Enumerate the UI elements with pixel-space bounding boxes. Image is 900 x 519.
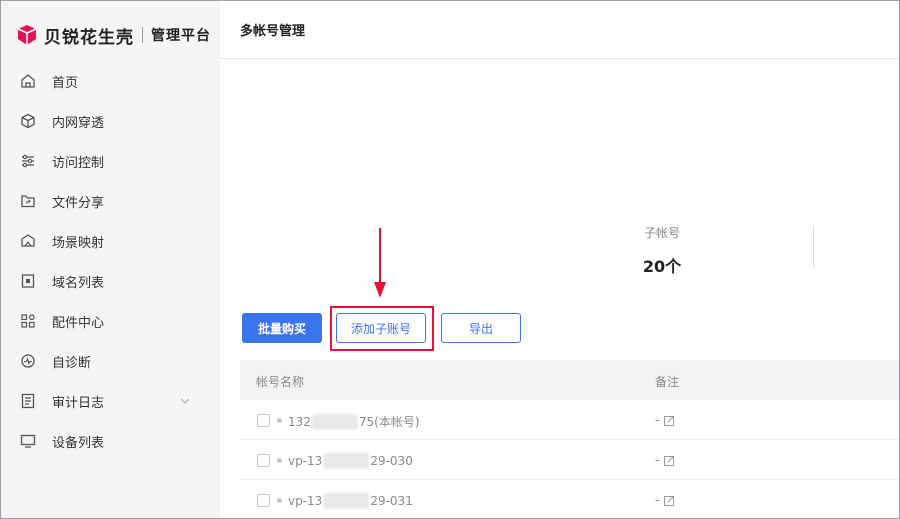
redacted-segment [323, 453, 370, 469]
sidebar-item-accessory-center[interactable]: 配件中心 [0, 301, 220, 341]
page-header: 多帐号管理 [220, 0, 900, 59]
brand-name: 贝锐花生壳 [44, 27, 134, 48]
sidebar-item-access-control[interactable]: 访问控制 [0, 141, 220, 181]
note-cell: - [655, 493, 675, 507]
sidebar-item-label: 文件分享 [52, 195, 105, 211]
main-content: 多帐号管理 子帐号 20个 批量购买 添加子账号 导出 帐号名称 备注 132 … [220, 0, 900, 519]
sub-account-stat-value: 20个 [642, 257, 682, 276]
brand-logo[interactable]: 贝锐花生壳 管理平台 [16, 22, 211, 48]
sidebar-item-audit-log[interactable]: 审计日志 [0, 381, 220, 421]
sidebar-item-label: 访问控制 [52, 155, 105, 171]
column-header-account-name: 帐号名称 [256, 375, 305, 389]
sidebar-nav: 首页 内网穿透 访问控制 文件分享 场景映射 域名列表 配件中心 自诊断 审计日… [0, 61, 220, 461]
status-dot [277, 418, 282, 423]
page-title: 多帐号管理 [240, 24, 306, 39]
bulk-buy-button[interactable]: 批量购买 [242, 313, 322, 343]
account-name-prefix: vp-13 [288, 494, 323, 508]
table-row: vp-13 29-031 - [240, 480, 900, 519]
sidebar-item-label: 内网穿透 [52, 115, 105, 131]
annotation-arrow [374, 228, 386, 298]
folder-share-icon [20, 193, 36, 209]
apps-grid-icon [20, 313, 36, 329]
note-cell: - [655, 413, 675, 427]
brand-divider [142, 27, 143, 43]
log-icon [20, 393, 36, 409]
add-sub-account-button[interactable]: 添加子账号 [336, 313, 426, 343]
edit-icon[interactable] [664, 455, 675, 466]
edit-icon[interactable] [664, 415, 675, 426]
brand-logo-icon [17, 25, 37, 45]
account-name: vp-13 29-031 [288, 493, 413, 509]
scene-icon [20, 233, 36, 249]
sidebar-item-file-share[interactable]: 文件分享 [0, 181, 220, 221]
note-text: - [655, 453, 660, 467]
row-checkbox[interactable] [257, 454, 270, 467]
sidebar-item-label: 配件中心 [52, 315, 105, 331]
account-name: vp-13 29-030 [288, 453, 413, 469]
export-button[interactable]: 导出 [441, 313, 521, 343]
domain-icon [20, 273, 36, 289]
sidebar-item-label: 首页 [52, 75, 79, 91]
sidebar-item-intranet-penetration[interactable]: 内网穿透 [0, 101, 220, 141]
sidebar-item-scene-mapping[interactable]: 场景映射 [0, 221, 220, 261]
table-row: vp-13 29-030 - [240, 440, 900, 480]
monitor-icon [20, 433, 36, 449]
note-text: - [655, 493, 660, 507]
table-row: 132 75(本帐号) - [240, 400, 900, 440]
accounts-table: 帐号名称 备注 132 75(本帐号) - vp-13 29-030 - vp-… [240, 360, 900, 519]
redacted-segment [311, 413, 358, 430]
account-name-suffix: 75(本帐号) [358, 415, 420, 429]
status-dot [277, 458, 282, 463]
cube-icon [20, 113, 36, 129]
sidebar-item-self-diagnosis[interactable]: 自诊断 [0, 341, 220, 381]
sub-account-stat: 子帐号 20个 [622, 224, 702, 277]
sidebar-item-label: 自诊断 [52, 355, 92, 371]
sidebar: 贝锐花生壳 管理平台 首页 内网穿透 访问控制 文件分享 场景映射 域名列表 配… [0, 0, 220, 519]
stat-divider [813, 226, 814, 268]
status-dot [277, 498, 282, 503]
sub-account-stat-label: 子帐号 [643, 226, 680, 240]
sidebar-item-label: 场景映射 [52, 235, 105, 251]
note-cell: - [655, 453, 675, 467]
brand-subtitle: 管理平台 [151, 28, 211, 44]
sidebar-item-domain-list[interactable]: 域名列表 [0, 261, 220, 301]
sliders-icon [20, 153, 36, 169]
account-name-prefix: 132 [288, 414, 311, 429]
sidebar-item-label: 设备列表 [52, 435, 105, 451]
account-name-suffix: 29-030 [370, 454, 413, 468]
account-name: 132 75(本帐号) [288, 413, 420, 430]
row-checkbox[interactable] [257, 414, 270, 427]
chevron-down-icon[interactable] [180, 396, 190, 406]
table-header: 帐号名称 备注 [240, 360, 900, 400]
diagnosis-icon [20, 353, 36, 369]
note-text: - [655, 413, 660, 427]
sidebar-item-device-list[interactable]: 设备列表 [0, 421, 220, 461]
redacted-segment [323, 493, 370, 509]
home-icon [20, 73, 36, 89]
sidebar-item-label: 域名列表 [52, 275, 105, 291]
column-header-note: 备注 [655, 375, 680, 389]
sidebar-item-home[interactable]: 首页 [0, 61, 220, 101]
row-checkbox[interactable] [257, 494, 270, 507]
edit-icon[interactable] [664, 495, 675, 506]
account-name-suffix: 29-031 [370, 494, 413, 508]
sidebar-item-label: 审计日志 [52, 395, 105, 411]
account-name-prefix: vp-13 [288, 454, 323, 468]
